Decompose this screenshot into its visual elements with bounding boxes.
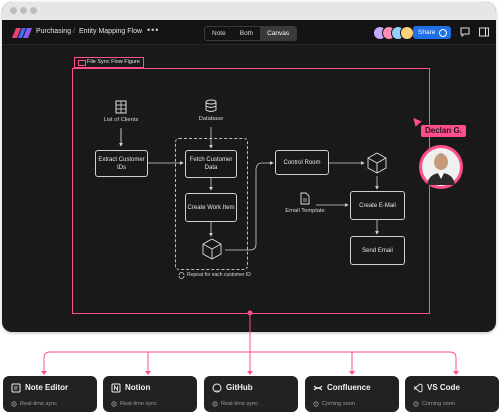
- breadcrumb-parent[interactable]: Purchasing: [36, 28, 71, 35]
- integration-card-note-editor[interactable]: Note Editor Real-time sync: [3, 376, 97, 412]
- node-send-email[interactable]: Send Email: [350, 236, 405, 265]
- package-icon: [202, 238, 222, 260]
- window-titlebar: [2, 2, 496, 20]
- integration-status: Real-time sync: [20, 401, 57, 407]
- package-icon: [367, 152, 387, 174]
- list-of-clients-label: List of Clients: [103, 117, 139, 123]
- comment-icon[interactable]: [459, 26, 471, 38]
- link-icon: [439, 29, 447, 37]
- integration-name: VS Code: [427, 383, 460, 392]
- person-photo-icon: [422, 148, 460, 186]
- view-mode-both[interactable]: Both: [233, 27, 260, 40]
- frame-label-text: File Sync Flow Figure: [87, 59, 140, 65]
- window-close-button[interactable]: [10, 7, 17, 14]
- top-toolbar: Purchasing / Entity Mapping Flow ••• Not…: [2, 20, 496, 45]
- more-options-button[interactable]: •••: [147, 25, 159, 35]
- collaborator-avatar[interactable]: [419, 145, 463, 189]
- app-logo-icon[interactable]: [12, 28, 32, 38]
- sync-icon: [11, 401, 17, 407]
- database-label: Database: [198, 116, 224, 122]
- integration-name: Note Editor: [25, 383, 69, 392]
- integration-card-notion[interactable]: Notion Real-time sync: [103, 376, 197, 412]
- share-button[interactable]: Share: [413, 26, 451, 39]
- spreadsheet-icon: [115, 100, 127, 114]
- view-mode-note[interactable]: Note: [205, 27, 233, 40]
- breadcrumb-current[interactable]: Entity Mapping Flow: [79, 28, 142, 35]
- share-button-label: Share: [418, 29, 436, 36]
- frame-icon: [78, 60, 86, 66]
- repeat-icon: [178, 272, 185, 279]
- window-maximize-button[interactable]: [30, 7, 37, 14]
- view-mode-canvas[interactable]: Canvas: [260, 27, 297, 40]
- integration-name: GitHub: [226, 383, 253, 392]
- email-template-label: Email Template: [285, 208, 325, 214]
- clock-icon: [413, 401, 419, 407]
- integration-name: Confluence: [327, 383, 371, 392]
- panel-toggle-icon[interactable]: [478, 26, 490, 38]
- window-minimize-button[interactable]: [20, 7, 27, 14]
- note-editor-icon: [11, 383, 21, 393]
- node-control-room[interactable]: Control Room: [275, 150, 329, 175]
- integration-status: Real-time sync: [221, 401, 258, 407]
- document-icon: [300, 192, 310, 205]
- notion-icon: [111, 383, 121, 393]
- integration-status: Coming soon: [322, 401, 355, 407]
- breadcrumb-separator: /: [73, 28, 75, 35]
- node-fetch-customer-data[interactable]: Fetch Customer Data: [185, 150, 237, 178]
- node-create-work-item[interactable]: Create Work Item: [185, 193, 237, 222]
- frame-label[interactable]: File Sync Flow Figure: [74, 57, 144, 68]
- integration-status: Real-time sync: [120, 401, 157, 407]
- collaborator-name-tag: Declan G.: [421, 125, 466, 137]
- node-extract-customer-ids[interactable]: Extract Customer IDs: [95, 150, 148, 177]
- sync-icon: [212, 401, 218, 407]
- integration-card-confluence[interactable]: Confluence Coming soon: [305, 376, 399, 412]
- clock-icon: [313, 401, 319, 407]
- integration-card-github[interactable]: GitHub Real-time sync: [204, 376, 298, 412]
- avatar[interactable]: [400, 26, 414, 40]
- integration-status: Coming soon: [422, 401, 455, 407]
- github-icon: [212, 383, 222, 393]
- view-mode-switcher: Note Both Canvas: [204, 26, 298, 41]
- integration-card-vscode[interactable]: VS Code Coming soon: [405, 376, 499, 412]
- vscode-icon: [413, 383, 423, 393]
- integration-name: Notion: [125, 383, 151, 392]
- database-icon: [205, 99, 217, 112]
- node-create-email[interactable]: Create E-Mail: [350, 191, 405, 220]
- repeat-label: Repeat for each customer ID: [187, 272, 251, 278]
- confluence-icon: [313, 385, 323, 391]
- sync-icon: [111, 401, 117, 407]
